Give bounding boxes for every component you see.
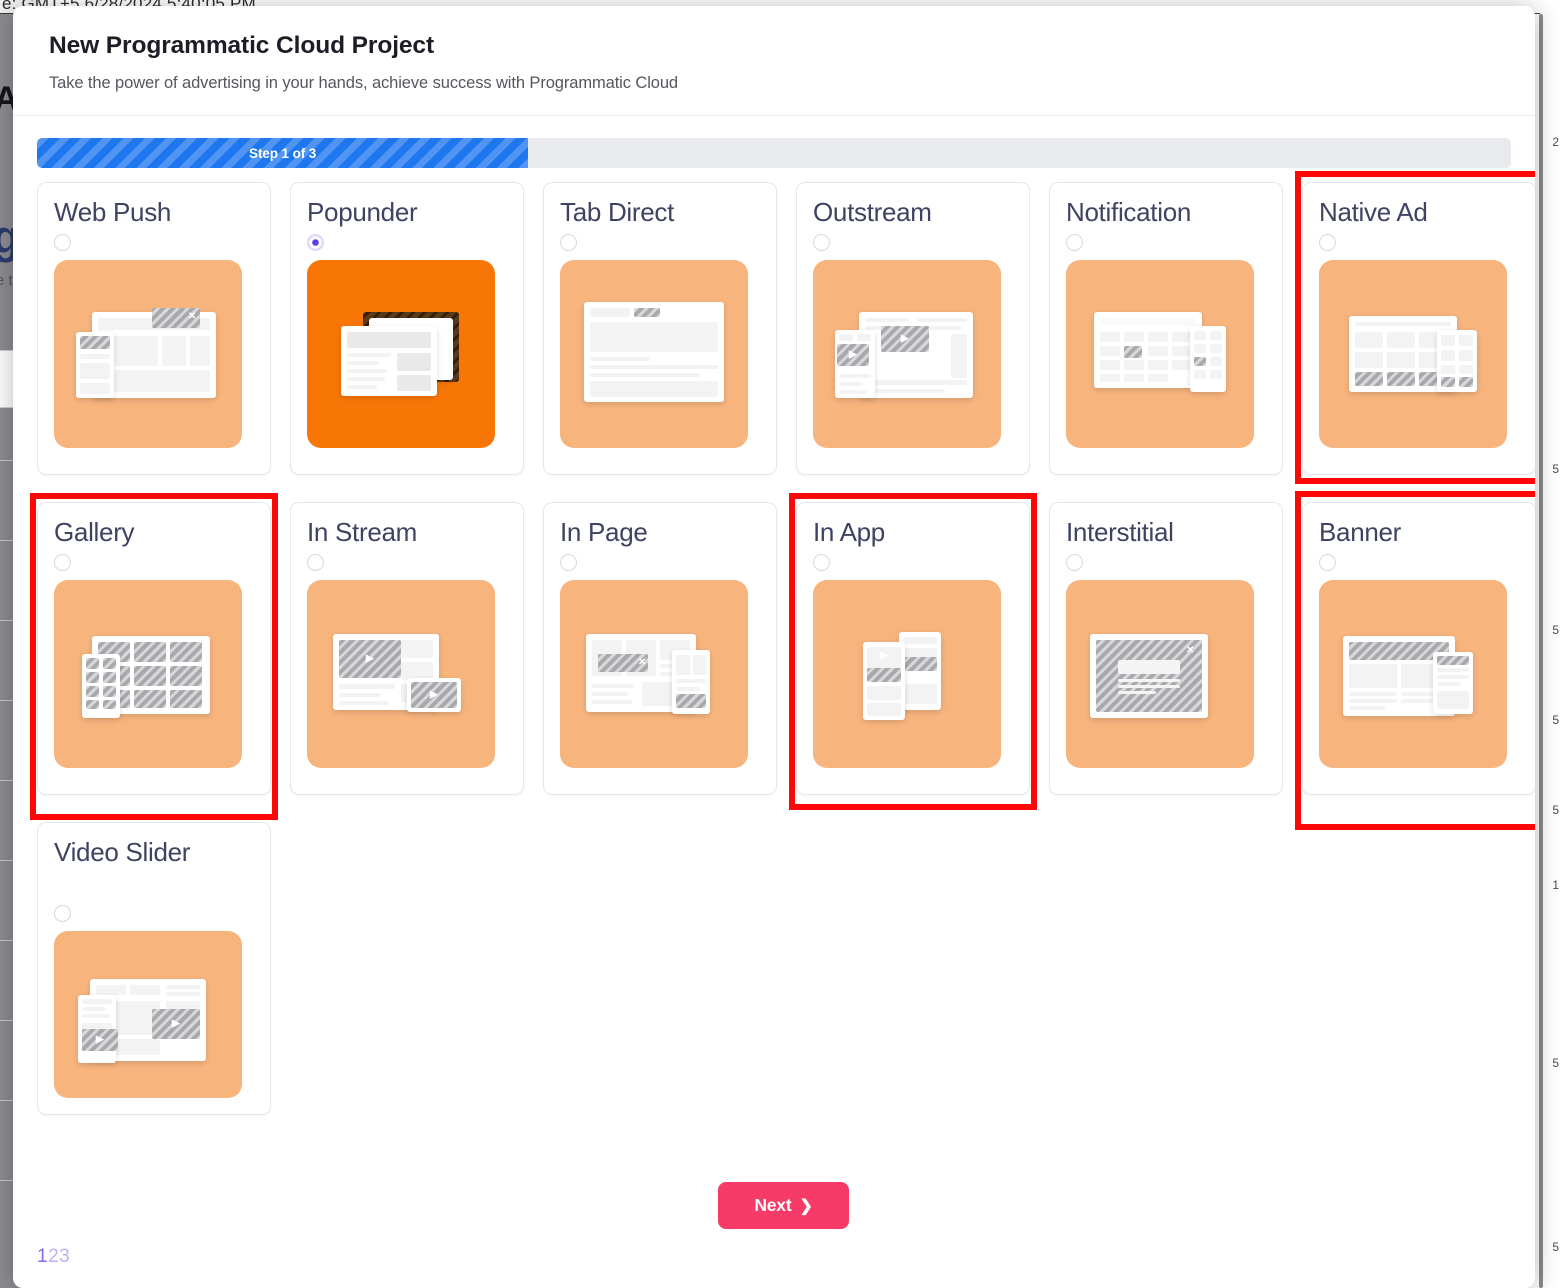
ad-format-radio[interactable] [1066, 554, 1083, 571]
pagination-page-2[interactable]: 2 [48, 1246, 59, 1268]
in-page-thumbnail-icon: ✕ [560, 580, 748, 768]
ad-format-label: Interstitial [1066, 517, 1174, 547]
modal-subtitle: Take the power of advertising in your ha… [49, 74, 678, 92]
ad-format-card-interstitial[interactable]: Interstitial ✕ [1049, 502, 1283, 795]
next-button[interactable]: Next ❯ [718, 1182, 849, 1229]
ad-format-radio-selected[interactable] [307, 234, 324, 251]
ad-format-radio[interactable] [54, 234, 71, 251]
in-app-thumbnail-icon: ▶ ▶ [813, 580, 1001, 768]
gallery-thumbnail-icon [54, 580, 242, 768]
ad-format-radio[interactable] [54, 905, 71, 922]
step-progress-fill: Step 1 of 3 [37, 138, 529, 168]
ad-format-label: Banner [1319, 517, 1402, 547]
ad-format-radio[interactable] [560, 554, 577, 571]
ad-format-radio[interactable] [813, 554, 830, 571]
backdrop-right-number: 2 [1552, 135, 1559, 149]
ad-format-radio[interactable] [54, 554, 71, 571]
ad-format-label: Popunder [307, 197, 418, 227]
page-title: New Programmatic Cloud Project [49, 32, 435, 59]
outstream-thumbnail-icon: ▶ ▶ [813, 260, 1001, 448]
step-progress-bar: Step 1 of 3 [37, 138, 1511, 168]
tab-direct-thumbnail-icon [560, 260, 748, 448]
in-stream-thumbnail-icon: ▶ ▶ [307, 580, 495, 768]
ad-format-card-notification[interactable]: Notification [1049, 182, 1283, 475]
notification-thumbnail-icon [1066, 260, 1254, 448]
ad-format-card-tab-direct[interactable]: Tab Direct [543, 182, 777, 475]
backdrop-right-number: 5 [1552, 713, 1559, 727]
ad-format-label: Tab Direct [560, 197, 675, 227]
ad-format-label: In Stream [307, 517, 418, 547]
video-slider-thumbnail-icon: ▶ ▶ [54, 931, 242, 1098]
ad-format-card-web-push[interactable]: Web Push ✕ [37, 182, 271, 475]
next-button-label: Next [754, 1195, 792, 1215]
pagination-page-3[interactable]: 3 [59, 1246, 70, 1268]
ad-format-card-banner[interactable]: Banner [1302, 502, 1535, 795]
ad-format-label: Gallery [54, 517, 135, 547]
ad-format-radio[interactable] [813, 234, 830, 251]
web-push-thumbnail-icon: ✕ [54, 260, 242, 448]
ad-format-label: Notification [1066, 197, 1192, 227]
native-ad-thumbnail-icon [1319, 260, 1507, 448]
ad-format-label: Native Ad [1319, 197, 1428, 227]
ad-format-card-outstream[interactable]: Outstream ▶ ▶ [796, 182, 1030, 475]
ad-format-card-in-stream[interactable]: In Stream ▶ ▶ [290, 502, 524, 795]
backdrop-fragment-subtext: e t [0, 272, 13, 289]
ad-format-grid: Web Push ✕ Popunder Tab Direct Outstream… [30, 171, 1535, 1115]
interstitial-thumbnail-icon: ✕ [1066, 580, 1254, 768]
backdrop-right-number: 5 [1552, 462, 1559, 476]
ad-format-label: In App [813, 517, 885, 547]
ad-format-radio[interactable] [1319, 554, 1336, 571]
backdrop-right-number: 5 [1552, 1056, 1559, 1070]
ad-format-radio[interactable] [307, 554, 324, 571]
ad-format-label: Outstream [813, 197, 932, 227]
ad-format-radio[interactable] [560, 234, 577, 251]
ad-format-label: Video Slider [54, 837, 191, 867]
ad-format-card-in-page[interactable]: In Page ✕ [543, 502, 777, 795]
backdrop-right-number: 1 [1552, 878, 1559, 892]
ad-format-card-video-slider[interactable]: Video Slider ▶ ▶ [37, 822, 271, 1115]
ad-format-radio[interactable] [1319, 234, 1336, 251]
ad-format-label: Web Push [54, 197, 172, 227]
ad-format-radio[interactable] [1066, 234, 1083, 251]
chevron-right-icon: ❯ [799, 1197, 813, 1215]
modal-body: Step 1 of 3 Web Push ✕ Popunder Tab Dire… [13, 116, 1535, 1115]
banner-thumbnail-icon [1319, 580, 1507, 768]
pagination-page-1[interactable]: 1 [37, 1246, 48, 1268]
ad-format-card-popunder[interactable]: Popunder [290, 182, 524, 475]
pagination: 1 2 3 [37, 1246, 70, 1268]
ad-format-card-in-app[interactable]: In App ▶ ▶ [796, 502, 1030, 795]
new-project-modal: New Programmatic Cloud Project Take the … [13, 6, 1535, 1288]
modal-header: New Programmatic Cloud Project Take the … [13, 6, 1535, 116]
ad-format-label: In Page [560, 517, 648, 547]
backdrop-right-number: 5 [1552, 1240, 1559, 1254]
page-scrollbar[interactable] [1539, 14, 1543, 1288]
backdrop-right-number: 5 [1552, 803, 1559, 817]
ad-format-card-native-ad[interactable]: Native Ad [1302, 182, 1535, 475]
backdrop-right-edge [1540, 0, 1560, 1288]
modal-footer: Next ❯ 1 2 3 [13, 1176, 1535, 1288]
step-progress-label: Step 1 of 3 [249, 145, 317, 161]
popunder-thumbnail-icon [307, 260, 495, 448]
backdrop-right-number: 5 [1552, 623, 1559, 637]
ad-format-card-gallery[interactable]: Gallery [37, 502, 271, 795]
